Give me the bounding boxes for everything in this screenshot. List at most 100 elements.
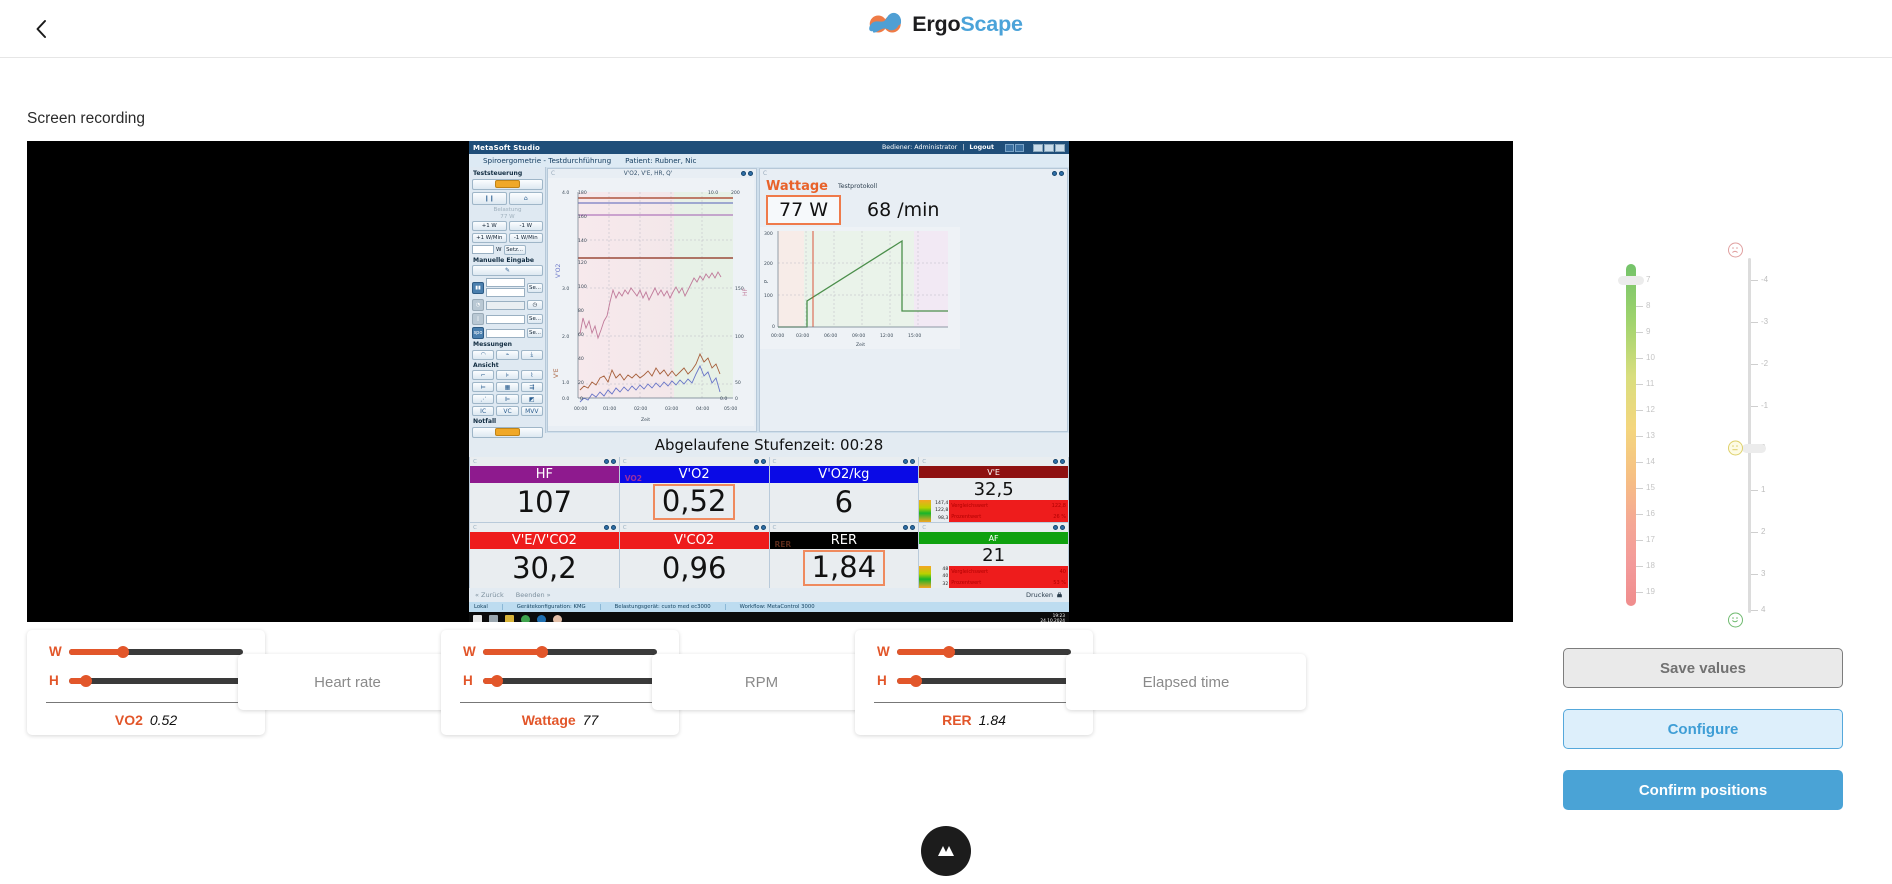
lactate-clock-button[interactable]: ◷ (527, 300, 543, 310)
taskbar-chrome-icon[interactable] (521, 614, 530, 622)
tile-hf[interactable]: C HF 107 (470, 457, 619, 522)
lactate-input[interactable] (486, 300, 525, 310)
left-chart-controls[interactable] (741, 171, 753, 176)
view-button-7[interactable]: ⋰ (472, 394, 495, 404)
bp-sys-input[interactable] (486, 278, 525, 287)
save-values-button[interactable]: Save values (1563, 648, 1843, 688)
tile-af-value: 21 (982, 544, 1006, 566)
wattage-w-knob[interactable] (536, 645, 549, 658)
taskbar-app-2-icon[interactable] (553, 614, 562, 622)
view-button-10[interactable]: IC (472, 406, 495, 416)
comfort-scale-handle[interactable] (1742, 444, 1766, 453)
right-chart-controls[interactable] (1052, 171, 1064, 176)
borg-scale-handle[interactable] (1618, 276, 1644, 285)
minus-1w-min-button[interactable]: -1 W/Min (508, 232, 543, 243)
emergency-button[interactable] (472, 426, 543, 438)
manual-entry-button[interactable]: ✎ (472, 265, 543, 276)
borg-se-button[interactable]: Se... (527, 314, 543, 324)
wattage-h-slider[interactable]: H (463, 673, 657, 688)
tile-vco2[interactable]: C V'CO2 0,96 (619, 523, 769, 588)
plus-1w-min-button[interactable]: +1 W/Min (472, 232, 507, 243)
metasoft-finish-link[interactable]: Beenden » (516, 591, 551, 599)
back-button[interactable] (22, 10, 60, 48)
metasoft-logout-link[interactable]: Logout (969, 144, 994, 151)
view-button-3[interactable]: ⌇ (520, 370, 543, 380)
borg-scale-gradient-bar[interactable] (1626, 264, 1636, 606)
pause-button[interactable]: ❙❙ (472, 191, 507, 205)
metasoft-back-link[interactable]: « Zurück (475, 591, 504, 599)
metasoft-window-controls-right[interactable] (1033, 143, 1065, 152)
borg-tick-8: 8 (1646, 301, 1651, 310)
wattage-w-track[interactable] (483, 645, 657, 658)
spo2-se-button[interactable]: Se... (527, 328, 543, 338)
vo2-h-slider[interactable]: H (49, 673, 243, 688)
tile-rer[interactable]: C RER RER 1,84 (769, 523, 919, 588)
vo2-h-knob[interactable] (80, 674, 93, 687)
metasoft-window-controls-left[interactable] (1005, 143, 1024, 152)
watt-input[interactable] (472, 245, 494, 254)
tile-vo2-kg[interactable]: C V'O2/kg 6 (769, 457, 919, 522)
configure-button[interactable]: Configure (1563, 709, 1843, 749)
rer-h-knob[interactable] (910, 674, 923, 687)
vo2-w-knob[interactable] (116, 645, 129, 658)
view-button-4[interactable]: ⊨ (472, 382, 495, 392)
screen-recording-viewport[interactable]: MetaSoft Studio Bediener: Administrator … (27, 141, 1513, 622)
start-button-icon[interactable] (473, 614, 482, 622)
metric-card-wattage[interactable]: W H Wattage 77 (441, 630, 679, 735)
measure-button-3[interactable]: ⤓ (520, 349, 543, 360)
metric-card-heart-rate[interactable]: Heart rate (238, 654, 457, 710)
spo2-input[interactable] (486, 328, 525, 338)
metric-card-vo2[interactable]: W H VO2 0.52 (27, 630, 265, 735)
metric-card-elapsed-time[interactable]: Elapsed time (1066, 654, 1306, 710)
tile-hf-value: 107 (516, 485, 573, 519)
measure-button-1[interactable]: ◠ (472, 349, 495, 360)
rer-w-knob[interactable] (943, 645, 956, 658)
comfort-scale[interactable]: -4 -3 -2 -1 0 1 2 3 4 (1716, 242, 1790, 628)
view-button-5[interactable]: ▦ (496, 382, 519, 392)
vo2-h-track[interactable] (69, 674, 243, 687)
view-button-8[interactable]: ⊫ (496, 394, 519, 404)
view-button-2[interactable]: ⊧ (496, 370, 519, 380)
set-watt-button[interactable]: Setz... (503, 244, 526, 255)
metasoft-menu-item-0[interactable]: Spiroergometrie - Testdurchführung (483, 156, 611, 165)
minus-1w-button[interactable]: -1 W (508, 220, 543, 231)
tile-ve[interactable]: C V'E 32,5 147,4 122,8 98,3 Vergleichswe… (919, 457, 1068, 522)
comfort-scale-track[interactable] (1748, 258, 1751, 613)
view-button-1[interactable]: ⌐ (472, 370, 495, 380)
view-button-9[interactable]: ◩ (520, 394, 543, 404)
measure-button-2[interactable]: ⌁ (496, 349, 519, 360)
bp-dia-input[interactable] (486, 288, 525, 297)
borg-scale[interactable]: 7 8 9 10 11 12 13 14 15 16 17 18 19 (1618, 258, 1716, 618)
borg-input[interactable] (486, 314, 525, 324)
rer-h-track[interactable] (897, 674, 1071, 687)
comfort-tick-4: 4 (1761, 605, 1766, 614)
taskbar-edge-icon[interactable] (537, 614, 546, 622)
tile-af[interactable]: C AF 21 48 40 32 Vergleichswert 40 Prozen… (919, 523, 1068, 588)
tile-ve-vco2[interactable]: C V'E/V'CO2 30,2 (470, 523, 619, 588)
wattage-h-track[interactable] (483, 674, 657, 687)
svg-text:0: 0 (772, 324, 775, 330)
bp-se-button[interactable]: Se... (527, 282, 543, 293)
rer-w-track[interactable] (897, 645, 1071, 658)
taskbar-explorer-icon[interactable] (505, 614, 514, 622)
view-button-11[interactable]: VC (496, 406, 519, 416)
vo2-w-slider[interactable]: W (49, 644, 243, 659)
app-launcher-button[interactable] (921, 826, 971, 876)
tile-vevco2-value: 30,2 (512, 551, 577, 585)
view-button-6[interactable]: ⇶ (520, 382, 543, 392)
metasoft-print-link[interactable]: Drucken (1026, 591, 1063, 599)
metric-card-rer[interactable]: W H RER 1.84 (855, 630, 1093, 735)
view-button-12[interactable]: MVV (520, 406, 543, 416)
plus-1w-button[interactable]: +1 W (472, 220, 507, 231)
wattage-w-slider[interactable]: W (463, 644, 657, 659)
start-test-button[interactable] (472, 178, 543, 190)
tile-vo2[interactable]: C VO2 V'O2 0,52 (619, 457, 769, 522)
rer-w-slider[interactable]: W (877, 644, 1071, 659)
metric-card-rpm[interactable]: RPM (652, 654, 871, 710)
rer-h-slider[interactable]: H (877, 673, 1071, 688)
notfall-title: Notfall (473, 418, 497, 425)
taskbar-app-1-icon[interactable] (489, 614, 498, 622)
wattage-h-knob[interactable] (490, 674, 503, 687)
vo2-w-track[interactable] (69, 645, 243, 658)
alarm-button[interactable]: ⌂ (508, 191, 543, 205)
